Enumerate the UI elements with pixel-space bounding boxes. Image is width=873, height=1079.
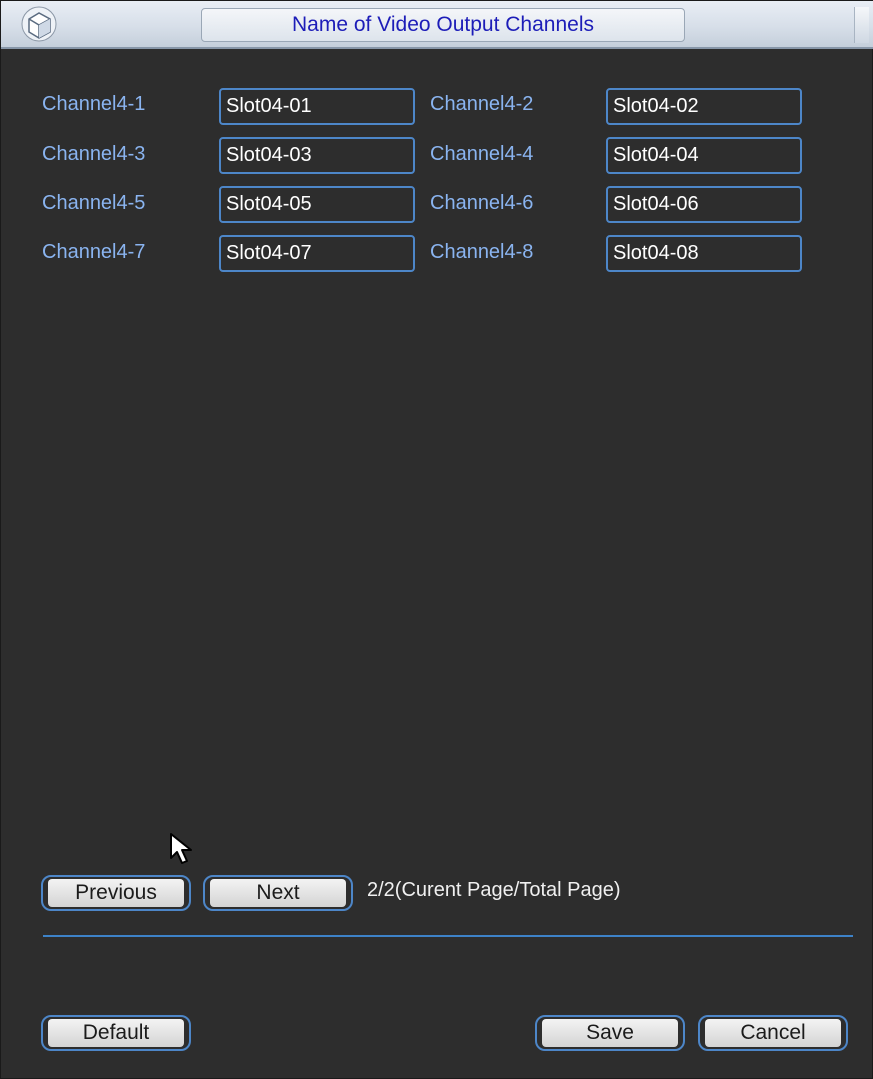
channel-label: Channel4-1 [42,93,146,115]
previous-page-label: Previous [48,879,184,907]
mouse-cursor-icon [170,833,192,864]
divider [43,935,853,937]
dialog-window: Name of Video Output Channels Channel4-1… [0,0,873,1079]
window-title: Name of Video Output Channels [292,13,594,36]
channel-name-input[interactable]: Slot04-03 [219,137,415,174]
channel-label: Channel4-8 [430,241,534,263]
cancel-button-label: Cancel [705,1019,841,1047]
channel-label: Channel4-5 [42,192,146,214]
channel-label: Channel4-7 [42,241,146,263]
next-page-button[interactable]: Next [203,875,353,911]
title-bar: Name of Video Output Channels [1,1,873,49]
cancel-button[interactable]: Cancel [698,1015,848,1051]
next-page-label: Next [210,879,346,907]
save-button[interactable]: Save [535,1015,685,1051]
channel-name-input[interactable]: Slot04-01 [219,88,415,125]
channel-label: Channel4-2 [430,93,534,115]
default-button[interactable]: Default [41,1015,191,1051]
app-cube-icon [21,6,57,42]
previous-page-button[interactable]: Previous [41,875,191,911]
channel-name-input[interactable]: Slot04-08 [606,235,802,272]
title-bar-edge [854,7,869,43]
channel-name-input[interactable]: Slot04-04 [606,137,802,174]
channel-label: Channel4-6 [430,192,534,214]
page-indicator: 2/2(Curent Page/Total Page) [367,879,621,901]
channel-label: Channel4-3 [42,143,146,165]
save-button-label: Save [542,1019,678,1047]
channel-name-input[interactable]: Slot04-02 [606,88,802,125]
channel-label: Channel4-4 [430,143,534,165]
default-button-label: Default [48,1019,184,1047]
channel-name-input[interactable]: Slot04-07 [219,235,415,272]
channel-name-input[interactable]: Slot04-05 [219,186,415,223]
channel-name-input[interactable]: Slot04-06 [606,186,802,223]
